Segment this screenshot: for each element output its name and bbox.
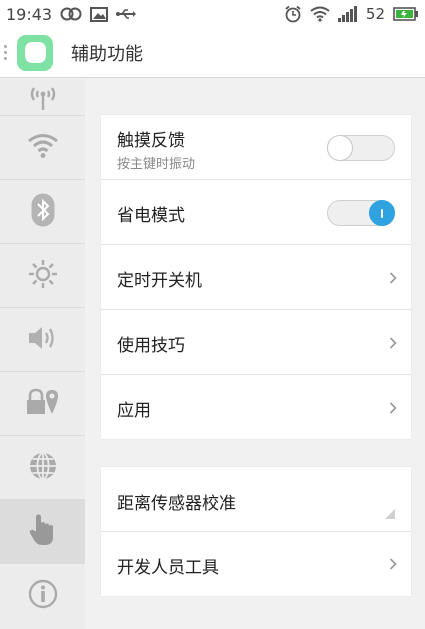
volume-icon (27, 324, 59, 356)
haptic-feedback-toggle[interactable] (327, 135, 395, 161)
scheduled-power-row[interactable]: 定时开关机 (101, 245, 411, 310)
power-saving-toggle[interactable] (327, 200, 395, 226)
haptic-feedback-subtitle: 按主键时振动 (117, 157, 196, 172)
developer-tools-row[interactable]: 开发人员工具 (101, 532, 411, 596)
scheduled-power-label: 定时开关机 (117, 271, 202, 291)
sidebar-item-network[interactable] (0, 52, 85, 116)
status-bar: 19:43 52 (0, 0, 425, 28)
lock-location-icon (25, 387, 61, 421)
sidebar-item-bluetooth[interactable] (0, 180, 85, 244)
brightness-icon (27, 258, 59, 294)
developer-tools-label: 开发人员工具 (117, 558, 219, 578)
alarm-icon (284, 5, 302, 23)
antenna-icon (28, 82, 58, 116)
status-time: 19:43 (6, 4, 53, 24)
sidebar-item-language[interactable] (0, 436, 85, 500)
apps-label: 应用 (117, 401, 151, 421)
sidebar-item-wifi[interactable] (0, 116, 85, 180)
haptic-feedback-label: 触摸反馈 (117, 131, 185, 151)
settings-group-2: 距离传感器校准 开发人员工具 (101, 467, 411, 596)
sidebar-item-security-location[interactable] (0, 372, 85, 436)
power-saving-label: 省电模式 (117, 206, 185, 226)
bluetooth-icon (31, 193, 55, 231)
usage-tips-label: 使用技巧 (117, 336, 185, 356)
battery-level: 52 (365, 5, 385, 23)
chevron-right-icon (389, 402, 397, 414)
settings-group-1: 触摸反馈 按主键时振动 省电模式 定时开关机 使用技巧 应用 (101, 115, 411, 439)
apps-row[interactable]: 应用 (101, 375, 411, 439)
proximity-calibration-label: 距离传感器校准 (117, 494, 236, 514)
haptic-feedback-row[interactable]: 触摸反馈 按主键时振动 (101, 115, 411, 180)
info-icon (28, 579, 58, 613)
power-saving-row[interactable]: 省电模式 (101, 180, 411, 245)
link-icon (60, 7, 82, 21)
image-icon (90, 6, 109, 22)
sidebar-item-accessibility[interactable] (0, 500, 85, 564)
dropdown-corner-icon (385, 509, 395, 519)
chevron-right-icon (389, 337, 397, 349)
settings-category-sidebar (0, 79, 85, 629)
wifi-icon (27, 133, 59, 163)
proximity-calibration-row[interactable]: 距离传感器校准 (101, 467, 411, 532)
chevron-right-icon (389, 272, 397, 284)
globe-icon (28, 451, 58, 485)
usb-icon (116, 7, 137, 21)
sidebar-item-sound[interactable] (0, 308, 85, 372)
signal-icon (337, 6, 358, 22)
sidebar-item-brightness[interactable] (0, 244, 85, 308)
wifi-icon (310, 6, 330, 22)
hand-touch-icon (28, 513, 58, 551)
usage-tips-row[interactable]: 使用技巧 (101, 310, 411, 375)
chevron-right-icon (389, 558, 397, 570)
sidebar-item-about[interactable] (0, 564, 85, 628)
battery-icon (393, 7, 419, 21)
